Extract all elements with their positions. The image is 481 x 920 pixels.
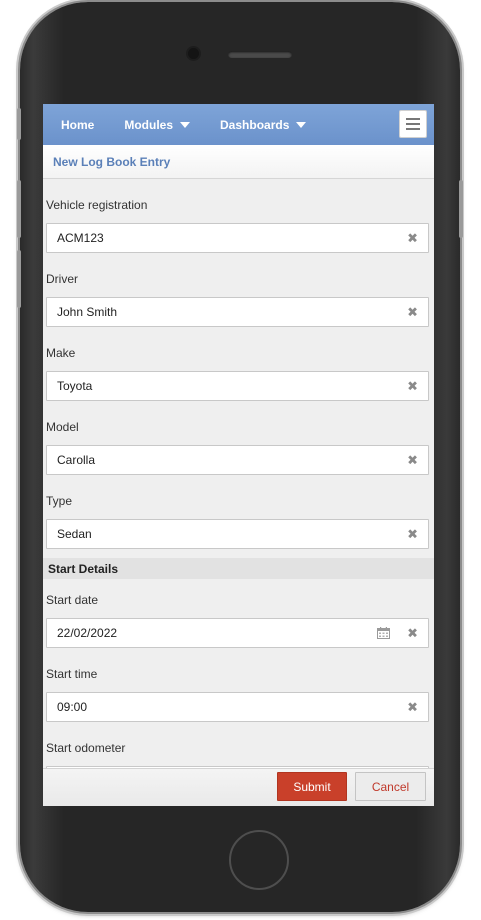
close-icon[interactable]: ✖ (407, 528, 418, 541)
close-icon[interactable]: ✖ (407, 627, 418, 640)
driver-label: Driver (46, 272, 78, 286)
app-screen: Home Modules Dashboards New Log Book Ent… (43, 104, 434, 806)
close-icon[interactable]: ✖ (407, 306, 418, 319)
nav-modules[interactable]: Modules (124, 117, 191, 132)
hamburger-icon[interactable] (399, 110, 427, 138)
start-date-label: Start date (46, 593, 99, 607)
nav-home[interactable]: Home (61, 118, 94, 132)
form-footer: Submit Cancel (43, 768, 434, 806)
driver-input[interactable] (47, 304, 359, 320)
driver-field[interactable]: ✖ (46, 297, 429, 327)
make-field[interactable]: ✖ (46, 371, 429, 401)
start-time-input[interactable] (47, 699, 359, 715)
vehicle-registration-label: Vehicle registration (46, 198, 148, 212)
log-book-form: Vehicle registration ✖ Driver ✖ Make ✖ M… (43, 179, 434, 796)
make-label: Make (46, 346, 76, 360)
close-icon[interactable]: ✖ (407, 454, 418, 467)
model-label: Model (46, 420, 79, 434)
type-field[interactable]: ✖ (46, 519, 429, 549)
home-button[interactable] (229, 830, 289, 890)
camera (188, 48, 199, 59)
page-title: New Log Book Entry (53, 154, 171, 169)
model-input[interactable] (47, 452, 359, 468)
start-date-field[interactable]: ✖ (46, 618, 429, 648)
close-icon[interactable]: ✖ (407, 380, 418, 393)
calendar-icon[interactable] (377, 627, 390, 639)
type-input[interactable] (47, 526, 359, 542)
speaker (228, 51, 292, 58)
close-icon[interactable]: ✖ (407, 232, 418, 245)
nav-modules-label: Modules (124, 117, 174, 132)
start-odometer-label: Start odometer (46, 741, 126, 755)
nav-home-label: Home (61, 117, 95, 132)
power-button (459, 180, 463, 238)
vehicle-registration-field[interactable]: ✖ (46, 223, 429, 253)
nav-dashboards-label: Dashboards (220, 117, 290, 132)
mute-switch (17, 108, 21, 140)
start-time-label: Start time (46, 667, 98, 681)
close-icon[interactable]: ✖ (407, 701, 418, 714)
type-label: Type (46, 494, 73, 508)
navbar: Home Modules Dashboards (43, 104, 434, 145)
submit-button[interactable]: Submit (277, 772, 347, 801)
caret-down-icon (180, 121, 191, 128)
make-input[interactable] (47, 378, 359, 394)
start-date-input[interactable] (47, 625, 359, 641)
caret-down-icon (296, 121, 307, 128)
nav-dashboards[interactable]: Dashboards (220, 117, 307, 132)
volume-up-button (17, 180, 21, 238)
volume-down-button (17, 250, 21, 308)
model-field[interactable]: ✖ (46, 445, 429, 475)
cancel-button[interactable]: Cancel (355, 772, 426, 801)
page-header: New Log Book Entry (43, 145, 434, 179)
start-details-header: Start Details (43, 558, 434, 579)
vehicle-registration-input[interactable] (47, 230, 359, 246)
start-time-field[interactable]: ✖ (46, 692, 429, 722)
